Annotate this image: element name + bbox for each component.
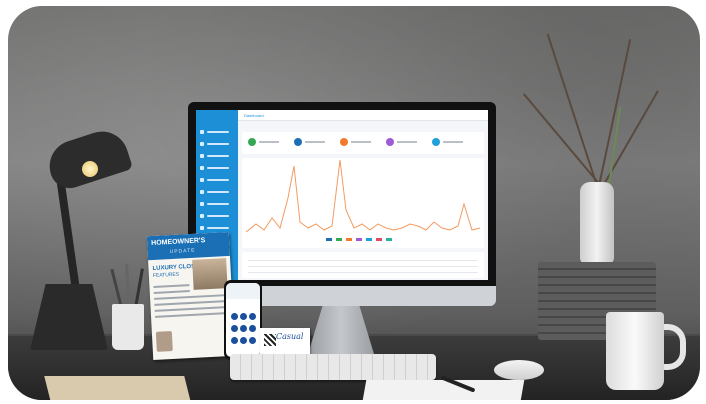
sidebar-item[interactable] [200,127,234,136]
activity-chart [242,158,484,248]
app-topbar: Dashboard [238,110,488,121]
sidebar-item[interactable] [200,175,234,184]
mouse [494,360,544,380]
monitor-screen: Dashboard [196,110,488,280]
recent-table [242,252,484,278]
phone-screen [226,283,260,357]
sidebar-item[interactable] [200,163,234,172]
pencil-cup [112,304,144,350]
sidebar-item[interactable] [200,139,234,148]
keyboard [230,354,436,380]
stat-card [340,138,371,146]
sidebar-item[interactable] [200,151,234,160]
smartphone [224,280,262,360]
stat-card [432,138,463,146]
business-card-logo: Casual [276,332,304,341]
page-title: Dashboard [244,113,264,118]
closet-photo [192,258,228,290]
postcard-header: HOMEOWNER'S UPDATE [146,231,230,261]
sidebar-item[interactable] [200,211,234,220]
postcard: HOMEOWNER'S UPDATE LUXURY CLOSET FEATURE… [146,231,236,361]
agent-photo [155,331,173,352]
stat-card [294,138,325,146]
postcard-subtitle: UPDATE [169,247,196,256]
vase [580,182,614,264]
paper-envelope [44,376,192,400]
business-card: Casual [260,328,310,354]
coffee-mug [606,312,664,390]
activity-chart-svg [245,159,481,241]
sidebar-item[interactable] [200,223,234,232]
desk-scene: Dashboard HOMEOWNER'S UPDATE LUXURY CLOS… [8,6,700,400]
notebook [361,380,525,400]
qr-code-icon [264,334,276,346]
sidebar-item[interactable] [200,199,234,208]
stat-card [386,138,417,146]
postcard-title: HOMEOWNER'S [151,237,206,248]
stat-cards [242,132,484,154]
stat-card [248,138,279,146]
sidebar-item[interactable] [200,187,234,196]
lamp-bulb-icon [82,161,98,177]
postcard-heading2: FEATURES [152,271,180,279]
monitor: Dashboard [188,102,496,306]
activity-series-line [245,159,481,233]
chart-legend [326,238,392,241]
